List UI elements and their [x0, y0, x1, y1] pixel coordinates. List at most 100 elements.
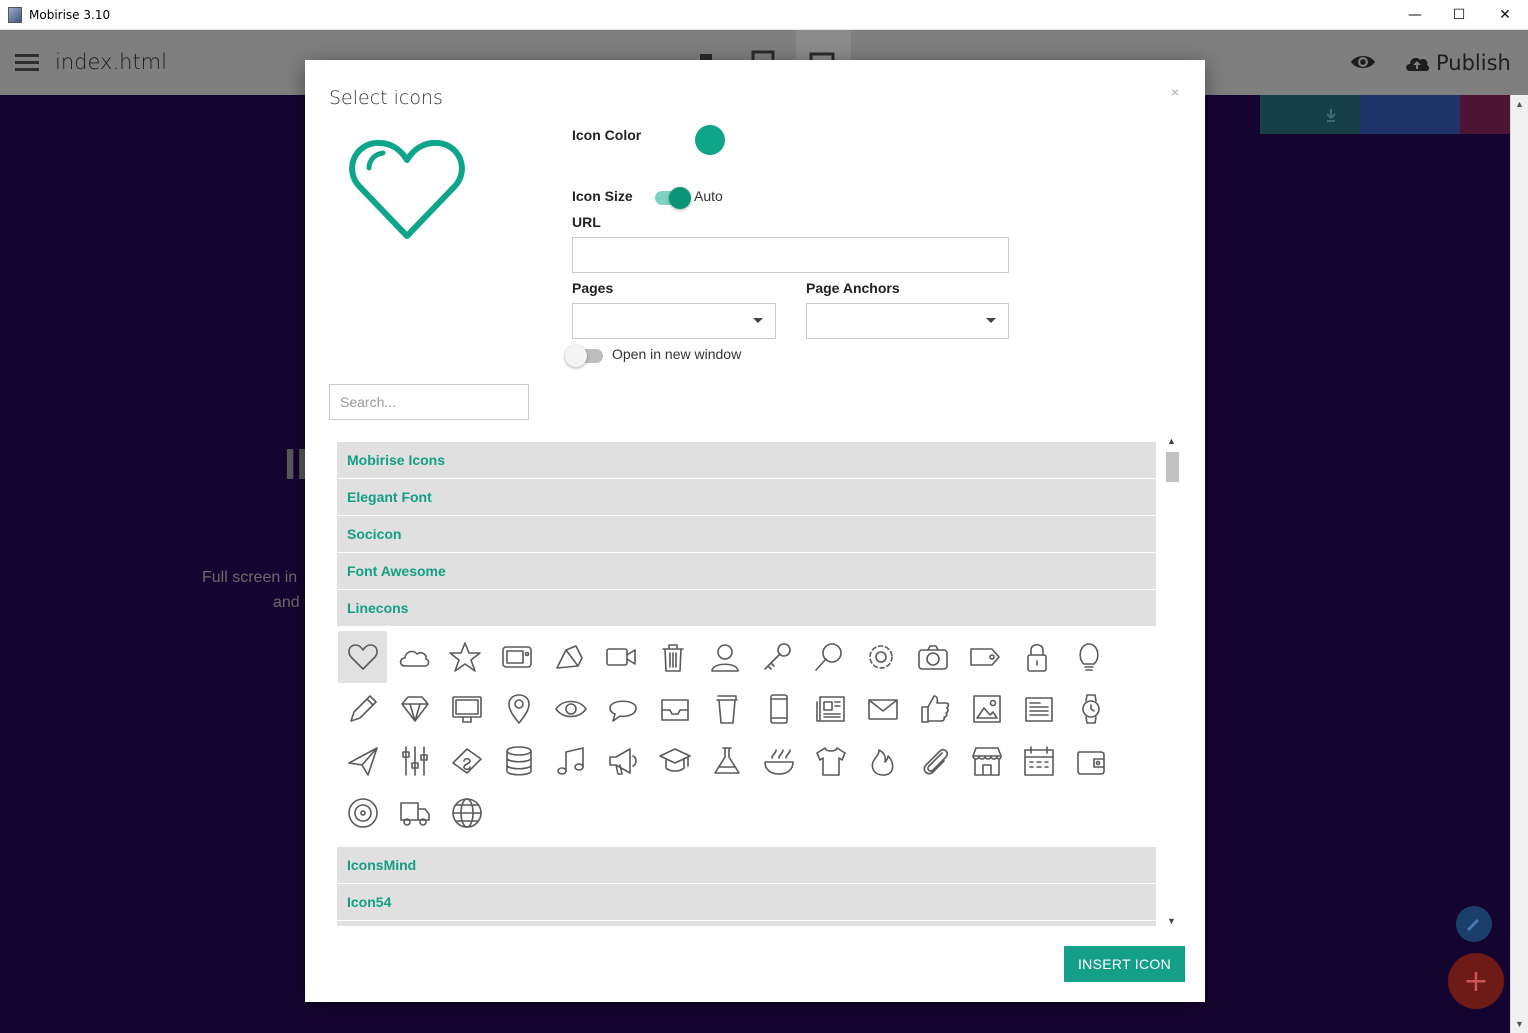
icon-option-bubble[interactable]: [597, 683, 649, 735]
megaphone-icon: [609, 748, 637, 775]
icon-option-t-shirt[interactable]: [805, 735, 857, 787]
icon-option-fire[interactable]: [857, 735, 909, 787]
icon-option-star[interactable]: [439, 631, 491, 683]
category-icon54[interactable]: Icon54: [337, 884, 1156, 920]
icon-size-auto-toggle[interactable]: [655, 187, 691, 209]
icon-option-study[interactable]: [649, 735, 701, 787]
url-input[interactable]: [572, 237, 1009, 273]
icon-option-like[interactable]: [909, 683, 961, 735]
icon-option-mail[interactable]: [857, 683, 909, 735]
scroll-up-icon[interactable]: ▲: [1167, 436, 1176, 446]
icon-option-tv[interactable]: [491, 631, 543, 683]
icon-option-key[interactable]: [751, 631, 803, 683]
page-scrollbar[interactable]: ▲ ▼: [1510, 95, 1528, 1033]
open-new-window-label: Open in new window: [612, 346, 742, 362]
add-block-fab-button[interactable]: +: [1448, 953, 1504, 1009]
icon-option-video[interactable]: [595, 631, 647, 683]
insert-icon-button[interactable]: INSERT ICON: [1064, 946, 1185, 982]
icon-option-lock[interactable]: [1011, 631, 1063, 683]
scroll-thumb[interactable]: [1166, 452, 1179, 482]
page-anchors-label: Page Anchors: [806, 280, 900, 296]
icon-option-settings[interactable]: [855, 631, 907, 683]
maximize-button[interactable]: ☐: [1436, 0, 1482, 30]
food-icon: [764, 749, 794, 775]
preview-eye-icon[interactable]: [1350, 51, 1376, 73]
icon-option-clip[interactable]: [909, 735, 961, 787]
brush-icon: [1466, 918, 1480, 932]
lab-icon: [714, 747, 740, 774]
icon-option-cup[interactable]: [701, 683, 753, 735]
icon-option-trash[interactable]: [647, 631, 699, 683]
icon-option-vynil[interactable]: [337, 787, 389, 839]
icon-option-world[interactable]: [441, 787, 493, 839]
icon-option-wallet[interactable]: [1065, 735, 1117, 787]
block-delete-button[interactable]: [1460, 95, 1510, 134]
scroll-down-icon[interactable]: ▼: [1515, 1019, 1524, 1029]
minimize-button[interactable]: —: [1392, 0, 1438, 30]
icon-option-mobile[interactable]: [753, 683, 805, 735]
window-title: Mobirise 3.10: [29, 8, 111, 22]
category-linecons[interactable]: Linecons: [337, 590, 1156, 626]
scroll-down-icon[interactable]: ▼: [1167, 916, 1176, 926]
icon-option-paperplane[interactable]: [337, 735, 389, 787]
icon-option-heart[interactable]: [338, 631, 387, 683]
settings-icon: [869, 645, 893, 669]
block-settings-button[interactable]: [1360, 95, 1460, 134]
category-icon54-v2[interactable]: Icon54 v2: [337, 921, 1156, 926]
icon-option-shop[interactable]: [961, 735, 1013, 787]
icon-option-diamond[interactable]: [389, 683, 441, 735]
icon-search-input[interactable]: [329, 384, 529, 420]
close-window-button[interactable]: ✕: [1482, 0, 1528, 30]
icon-option-satellite[interactable]: [543, 631, 595, 683]
category-iconsmind[interactable]: IconsMind: [337, 847, 1156, 883]
icon-option-location[interactable]: [493, 683, 545, 735]
icon-option-megaphone[interactable]: [597, 735, 649, 787]
icon-option-news[interactable]: [805, 683, 857, 735]
icon-option-params[interactable]: [389, 735, 441, 787]
icon-option-note[interactable]: [1013, 683, 1065, 735]
dialog-close-button[interactable]: ×: [1171, 84, 1179, 100]
icon-option-camera[interactable]: [907, 631, 959, 683]
pages-select[interactable]: [572, 303, 776, 339]
data-icon: [506, 746, 532, 776]
camera-icon: [918, 645, 948, 670]
icon-option-bulb[interactable]: [1063, 631, 1115, 683]
block-download-button[interactable]: [1260, 95, 1360, 134]
icon-option-clock[interactable]: [1065, 683, 1117, 735]
url-label: URL: [572, 214, 601, 230]
category-elegant-font[interactable]: Elegant Font: [337, 479, 1156, 515]
pages-label: Pages: [572, 280, 614, 296]
icon-library-scrollbar[interactable]: ▲ ▼: [1164, 436, 1181, 926]
category-socicon[interactable]: Socicon: [337, 516, 1156, 552]
icon-option-cloud[interactable]: [387, 631, 439, 683]
icon-option-tag[interactable]: [959, 631, 1011, 683]
category-font-awesome[interactable]: Font Awesome: [337, 553, 1156, 589]
icon-option-search[interactable]: [803, 631, 855, 683]
news-icon: [816, 696, 845, 722]
icon-option-photo[interactable]: [961, 683, 1013, 735]
params-icon: [402, 746, 428, 776]
icon-option-banknote[interactable]: [441, 735, 493, 787]
icon-option-pen[interactable]: [337, 683, 389, 735]
icon-option-food[interactable]: [753, 735, 805, 787]
edit-fab-button[interactable]: [1456, 906, 1492, 942]
category-mobirise-icons[interactable]: Mobirise Icons: [337, 442, 1156, 478]
video-icon: [606, 648, 636, 666]
icon-option-truck[interactable]: [389, 787, 441, 839]
publish-button[interactable]: Publish: [1404, 48, 1511, 78]
icon-color-swatch[interactable]: [695, 125, 725, 155]
page-anchors-select[interactable]: [806, 303, 1009, 339]
study-icon: [659, 748, 691, 772]
eye-icon: [555, 700, 587, 718]
icon-option-display[interactable]: [441, 683, 493, 735]
icon-option-lab[interactable]: [701, 735, 753, 787]
icon-option-user[interactable]: [699, 631, 751, 683]
menu-icon[interactable]: [15, 54, 39, 72]
icon-option-calendar[interactable]: [1013, 735, 1065, 787]
icon-option-data[interactable]: [493, 735, 545, 787]
open-new-window-toggle[interactable]: [565, 345, 603, 367]
icon-option-eye[interactable]: [545, 683, 597, 735]
icon-option-music[interactable]: [545, 735, 597, 787]
icon-option-inbox[interactable]: [649, 683, 701, 735]
scroll-up-icon[interactable]: ▲: [1515, 99, 1524, 109]
